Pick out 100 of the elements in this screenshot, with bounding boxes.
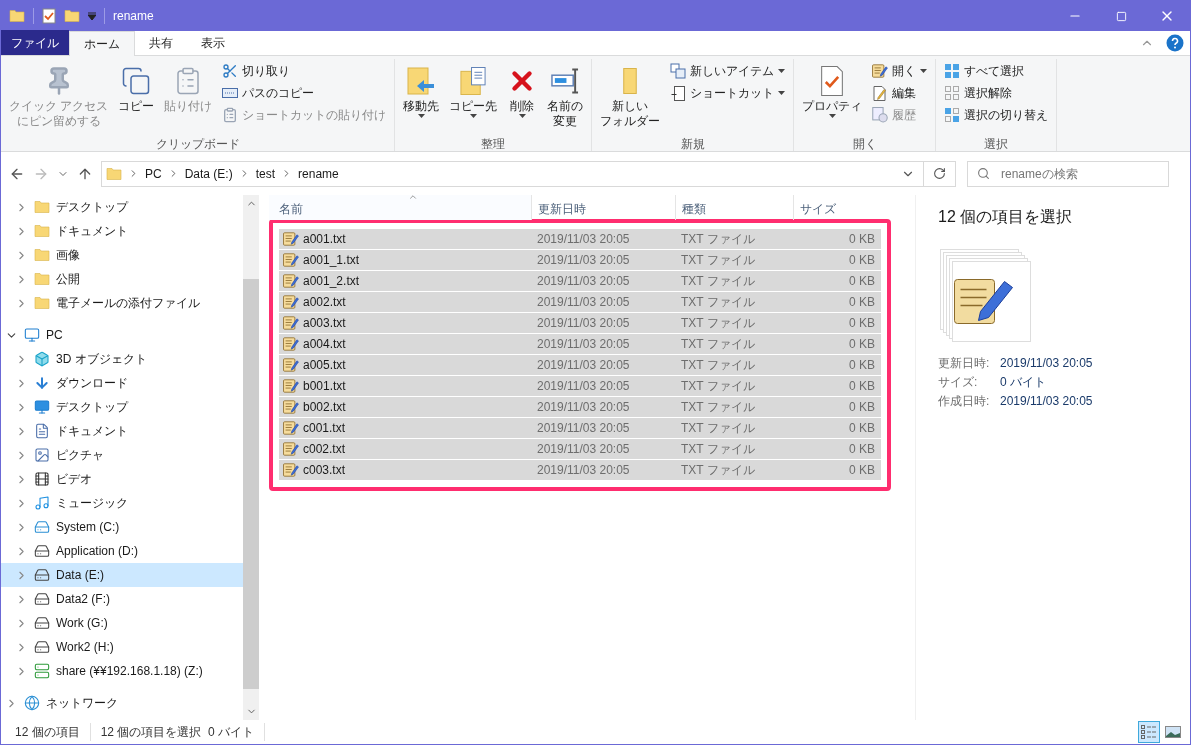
file-name: a001.txt — [303, 231, 346, 248]
properties-icon[interactable] — [42, 8, 56, 24]
file-row[interactable]: a001.txt 2019/11/03 20:05 TXT ファイル 0 KB — [279, 229, 881, 250]
file-row[interactable]: c001.txt 2019/11/03 20:05 TXT ファイル 0 KB — [279, 418, 881, 439]
ribbon-button[interactable]: ショートカット — [666, 82, 790, 104]
ribbon-button[interactable]: 開く — [868, 60, 932, 82]
ribbon-button[interactable]: 切り取り — [218, 60, 391, 82]
refresh-button[interactable] — [924, 160, 956, 187]
ribbon-button[interactable]: 削除 — [503, 59, 542, 137]
caret-icon — [518, 114, 526, 118]
ribbon-button[interactable]: パスのコピー — [218, 82, 391, 104]
nav-item[interactable]: デスクトップ — [1, 195, 243, 219]
ribbon-button[interactable]: 選択解除 — [940, 82, 1053, 104]
caret-icon — [778, 69, 786, 73]
nav-item[interactable]: ドキュメント — [1, 219, 243, 243]
breadcrumb-item[interactable]: rename — [298, 164, 339, 183]
file-size: 0 KB — [848, 462, 876, 479]
column-header[interactable]: 名前 — [269, 195, 531, 220]
nav-item[interactable]: System (C:) — [1, 515, 243, 539]
file-type: TXT ファイル — [681, 420, 756, 437]
ribbon-tab[interactable]: 共有 — [135, 31, 187, 55]
file-name: a002.txt — [303, 294, 346, 311]
text-file-icon — [283, 253, 299, 267]
file-size: 0 KB — [848, 315, 876, 332]
breadcrumb-item[interactable]: PC — [145, 164, 162, 183]
nav-item[interactable]: Application (D:) — [1, 539, 243, 563]
nav-item[interactable]: ピクチャ — [1, 443, 243, 467]
nav-item[interactable]: 公開 — [1, 267, 243, 291]
nav-item[interactable]: share (¥¥192.168.1.18) (Z:) — [1, 659, 243, 683]
ribbon-button[interactable]: 新しい フォルダー — [596, 59, 665, 137]
file-row[interactable]: a002.txt 2019/11/03 20:05 TXT ファイル 0 KB — [279, 292, 881, 313]
file-row[interactable]: c002.txt 2019/11/03 20:05 TXT ファイル 0 KB — [279, 439, 881, 460]
breadcrumb-item[interactable]: Data (E:) — [184, 164, 233, 183]
address-bar[interactable]: PC Data (E:) test rename — [101, 160, 924, 187]
nav-item[interactable]: 電子メールの添付ファイル — [1, 291, 243, 315]
file-type: TXT ファイル — [681, 252, 756, 269]
folder-icon — [34, 225, 50, 237]
nav-item[interactable]: 3D オブジェクト — [1, 347, 243, 371]
modified-date: 2019/11/03 20:05 — [537, 441, 631, 458]
modified-date: 2019/11/03 20:05 — [537, 462, 631, 479]
file-name: c003.txt — [303, 462, 346, 479]
file-row[interactable]: b001.txt 2019/11/03 20:05 TXT ファイル 0 KB — [279, 376, 881, 397]
text-file-icon — [283, 316, 299, 330]
file-row[interactable]: a004.txt 2019/11/03 20:05 TXT ファイル 0 KB — [279, 334, 881, 355]
scrollbar-thumb[interactable] — [243, 279, 259, 689]
file-tab[interactable]: ファイル — [1, 30, 69, 55]
search-field[interactable]: renameの検索 — [967, 160, 1169, 187]
nav-item[interactable]: デスクトップ — [1, 395, 243, 419]
ribbon-button[interactable]: 選択の切り替え — [940, 104, 1053, 126]
nav-item[interactable]: Data2 (F:) — [1, 587, 243, 611]
caret-icon — [828, 114, 836, 118]
network-drive-icon — [34, 663, 50, 679]
notepad-icon — [872, 64, 889, 78]
file-size: 0 KB — [848, 294, 876, 311]
ribbon-button[interactable]: 新しいアイテム — [666, 60, 790, 82]
nav-item[interactable]: 画像 — [1, 243, 243, 267]
file-type: TXT ファイル — [681, 462, 756, 479]
nav-item[interactable]: Work2 (H:) — [1, 635, 243, 659]
column-header[interactable]: 更新日時 — [531, 195, 675, 220]
file-row[interactable]: a005.txt 2019/11/03 20:05 TXT ファイル 0 KB — [279, 355, 881, 376]
column-header[interactable]: サイズ — [793, 195, 867, 220]
file-row[interactable]: a001_1.txt 2019/11/03 20:05 TXT ファイル 0 KB — [279, 250, 881, 271]
details-view-button[interactable] — [1138, 721, 1160, 743]
file-name: c002.txt — [303, 441, 346, 458]
nav-item[interactable]: ダウンロード — [1, 371, 243, 395]
file-row[interactable]: c003.txt 2019/11/03 20:05 TXT ファイル 0 KB — [279, 460, 881, 481]
ribbon-tab[interactable]: 表示 — [187, 31, 239, 55]
file-size: 0 KB — [848, 231, 876, 248]
ribbon-tab[interactable]: ホーム — [69, 31, 135, 56]
nav-item[interactable]: Data (E:) — [1, 563, 243, 587]
file-row[interactable]: a001_2.txt 2019/11/03 20:05 TXT ファイル 0 KB — [279, 271, 881, 292]
customize-dropdown-icon[interactable] — [88, 12, 96, 20]
document-icon — [34, 423, 50, 439]
file-row[interactable]: b002.txt 2019/11/03 20:05 TXT ファイル 0 KB — [279, 397, 881, 418]
scrollbar[interactable] — [243, 195, 259, 720]
file-row[interactable]: a003.txt 2019/11/03 20:05 TXT ファイル 0 KB — [279, 313, 881, 334]
ribbon-button[interactable]: すべて選択 — [940, 60, 1053, 82]
ribbon-group-label: 選択 — [983, 137, 1010, 151]
shortcut-icon — [671, 85, 686, 101]
ribbon-button[interactable]: 編集 — [868, 82, 932, 104]
nav-item[interactable]: PC — [1, 323, 243, 347]
nav-item[interactable]: ネットワーク — [1, 691, 243, 715]
ribbon-button[interactable]: 名前の 変更 — [543, 59, 588, 137]
new-folder-icon[interactable] — [64, 10, 80, 22]
computer-icon — [24, 327, 40, 343]
ribbon-button[interactable]: プロパティ — [798, 59, 867, 137]
ribbon-button[interactable]: 移動先 — [399, 59, 444, 137]
help-icon[interactable] — [1166, 34, 1184, 52]
select-none-icon — [945, 86, 960, 100]
property-value: 2019/11/03 20:05 — [1000, 355, 1094, 372]
refresh-icon — [933, 167, 946, 180]
nav-item[interactable]: Work (G:) — [1, 611, 243, 635]
ribbon-button[interactable]: コピー先 — [445, 59, 502, 137]
column-header[interactable]: 種類 — [675, 195, 793, 220]
nav-item[interactable]: ミュージック — [1, 491, 243, 515]
nav-item[interactable]: ビデオ — [1, 467, 243, 491]
ribbon-button[interactable]: コピー — [114, 59, 159, 137]
nav-item[interactable]: ドキュメント — [1, 419, 243, 443]
breadcrumb-item[interactable]: test — [255, 164, 276, 183]
folder-copy-icon — [460, 67, 487, 95]
